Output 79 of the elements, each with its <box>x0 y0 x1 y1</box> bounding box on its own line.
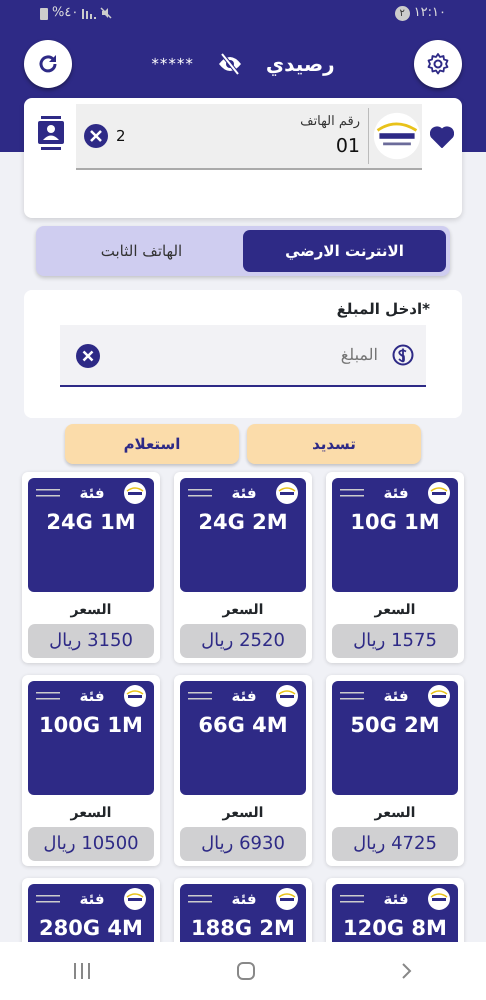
price-value: 10500 ريال <box>28 827 154 861</box>
inquiry-button[interactable]: استعلام <box>65 424 239 464</box>
back-icon[interactable] <box>401 962 414 980</box>
logo-icon <box>368 108 422 164</box>
package-label: فئة <box>231 686 257 707</box>
price-label: السعر <box>372 804 416 823</box>
package-name: 66G 4M <box>197 712 289 738</box>
package-label: فئة <box>79 889 105 910</box>
menu-icon <box>188 895 212 904</box>
menu-icon <box>340 895 364 904</box>
logo-icon <box>428 888 450 910</box>
logo-icon <box>124 685 146 708</box>
logo-icon <box>428 482 450 504</box>
menu-icon <box>188 692 212 700</box>
menu-icon <box>340 489 364 498</box>
refresh-button[interactable] <box>24 40 72 88</box>
balance-title: رصيدي <box>266 51 335 78</box>
price-value: 3150 ريال <box>28 624 154 658</box>
menu-icon <box>36 895 60 904</box>
amount-field[interactable]: المبلغ <box>60 324 426 386</box>
contact-count: 2 <box>116 126 126 147</box>
refresh-icon <box>37 53 60 75</box>
price-label: السعر <box>220 601 264 620</box>
package-name: 280G 4M <box>38 914 144 942</box>
menu-icon <box>340 692 364 700</box>
package-name: 50G 2M <box>349 712 441 738</box>
package-name: 10G 1M <box>349 508 441 536</box>
package-name: 100G 1M <box>38 712 144 738</box>
tab[interactable]: الانترنت الارضي <box>243 230 446 272</box>
price-label: السعر <box>372 601 416 620</box>
price-label: السعر <box>68 601 112 620</box>
logo-icon <box>124 482 146 504</box>
logo-icon <box>276 685 298 708</box>
package-label: فئة <box>79 686 105 707</box>
price-label: السعر <box>68 804 112 823</box>
phone-value: 01 <box>334 134 360 158</box>
settings-icon <box>426 52 450 76</box>
clear-icon[interactable] <box>76 344 100 368</box>
balance-value: ***** <box>151 54 194 75</box>
price-value: 4725 ريال <box>332 827 458 861</box>
package-label: فئة <box>383 483 409 504</box>
battery-icon <box>40 6 48 20</box>
menu-icon <box>36 489 60 498</box>
settings-button[interactable] <box>414 40 462 88</box>
logo-icon <box>276 888 298 910</box>
logo-icon <box>276 482 298 504</box>
contacts-icon[interactable] <box>38 116 64 150</box>
logo-icon <box>124 888 146 910</box>
package-label: فئة <box>231 483 257 504</box>
package-label: فئة <box>383 889 409 910</box>
signal-icon <box>82 7 96 19</box>
notification-count: ٢ <box>394 6 410 20</box>
phone-label: رقم الهاتف <box>299 113 360 131</box>
menu-icon <box>36 692 60 700</box>
clock-time: ١٢:١٠ <box>414 4 446 22</box>
price-value: 1575 ريال <box>332 624 458 658</box>
heart-icon[interactable] <box>430 126 454 148</box>
package-name: 188G 2M <box>190 914 296 942</box>
battery-level: %٤٠ <box>52 4 78 22</box>
eye-slash-icon[interactable] <box>218 53 242 75</box>
price-value: 6930 ريال <box>180 827 306 861</box>
dollar-icon <box>392 344 414 366</box>
tab[interactable]: الهاتف الثابت <box>40 230 243 272</box>
clear-icon[interactable] <box>84 124 108 148</box>
menu-icon <box>188 489 212 498</box>
mute-icon <box>100 7 112 19</box>
pay-button[interactable]: تسديد <box>247 424 421 464</box>
logo-icon <box>428 685 450 708</box>
price-label: السعر <box>220 804 264 823</box>
package-label: فئة <box>383 686 409 707</box>
package-name: 24G 2M <box>197 508 289 536</box>
package-name: 24G 1M <box>45 508 137 536</box>
home-icon[interactable] <box>236 961 256 981</box>
price-value: 2520 ريال <box>180 624 306 658</box>
package-label: فئة <box>79 483 105 504</box>
package-label: فئة <box>231 889 257 910</box>
recent-apps-icon[interactable] <box>72 963 91 979</box>
amount-label: *ادخل المبلغ <box>336 299 430 320</box>
package-name: 120G 8M <box>342 914 448 942</box>
